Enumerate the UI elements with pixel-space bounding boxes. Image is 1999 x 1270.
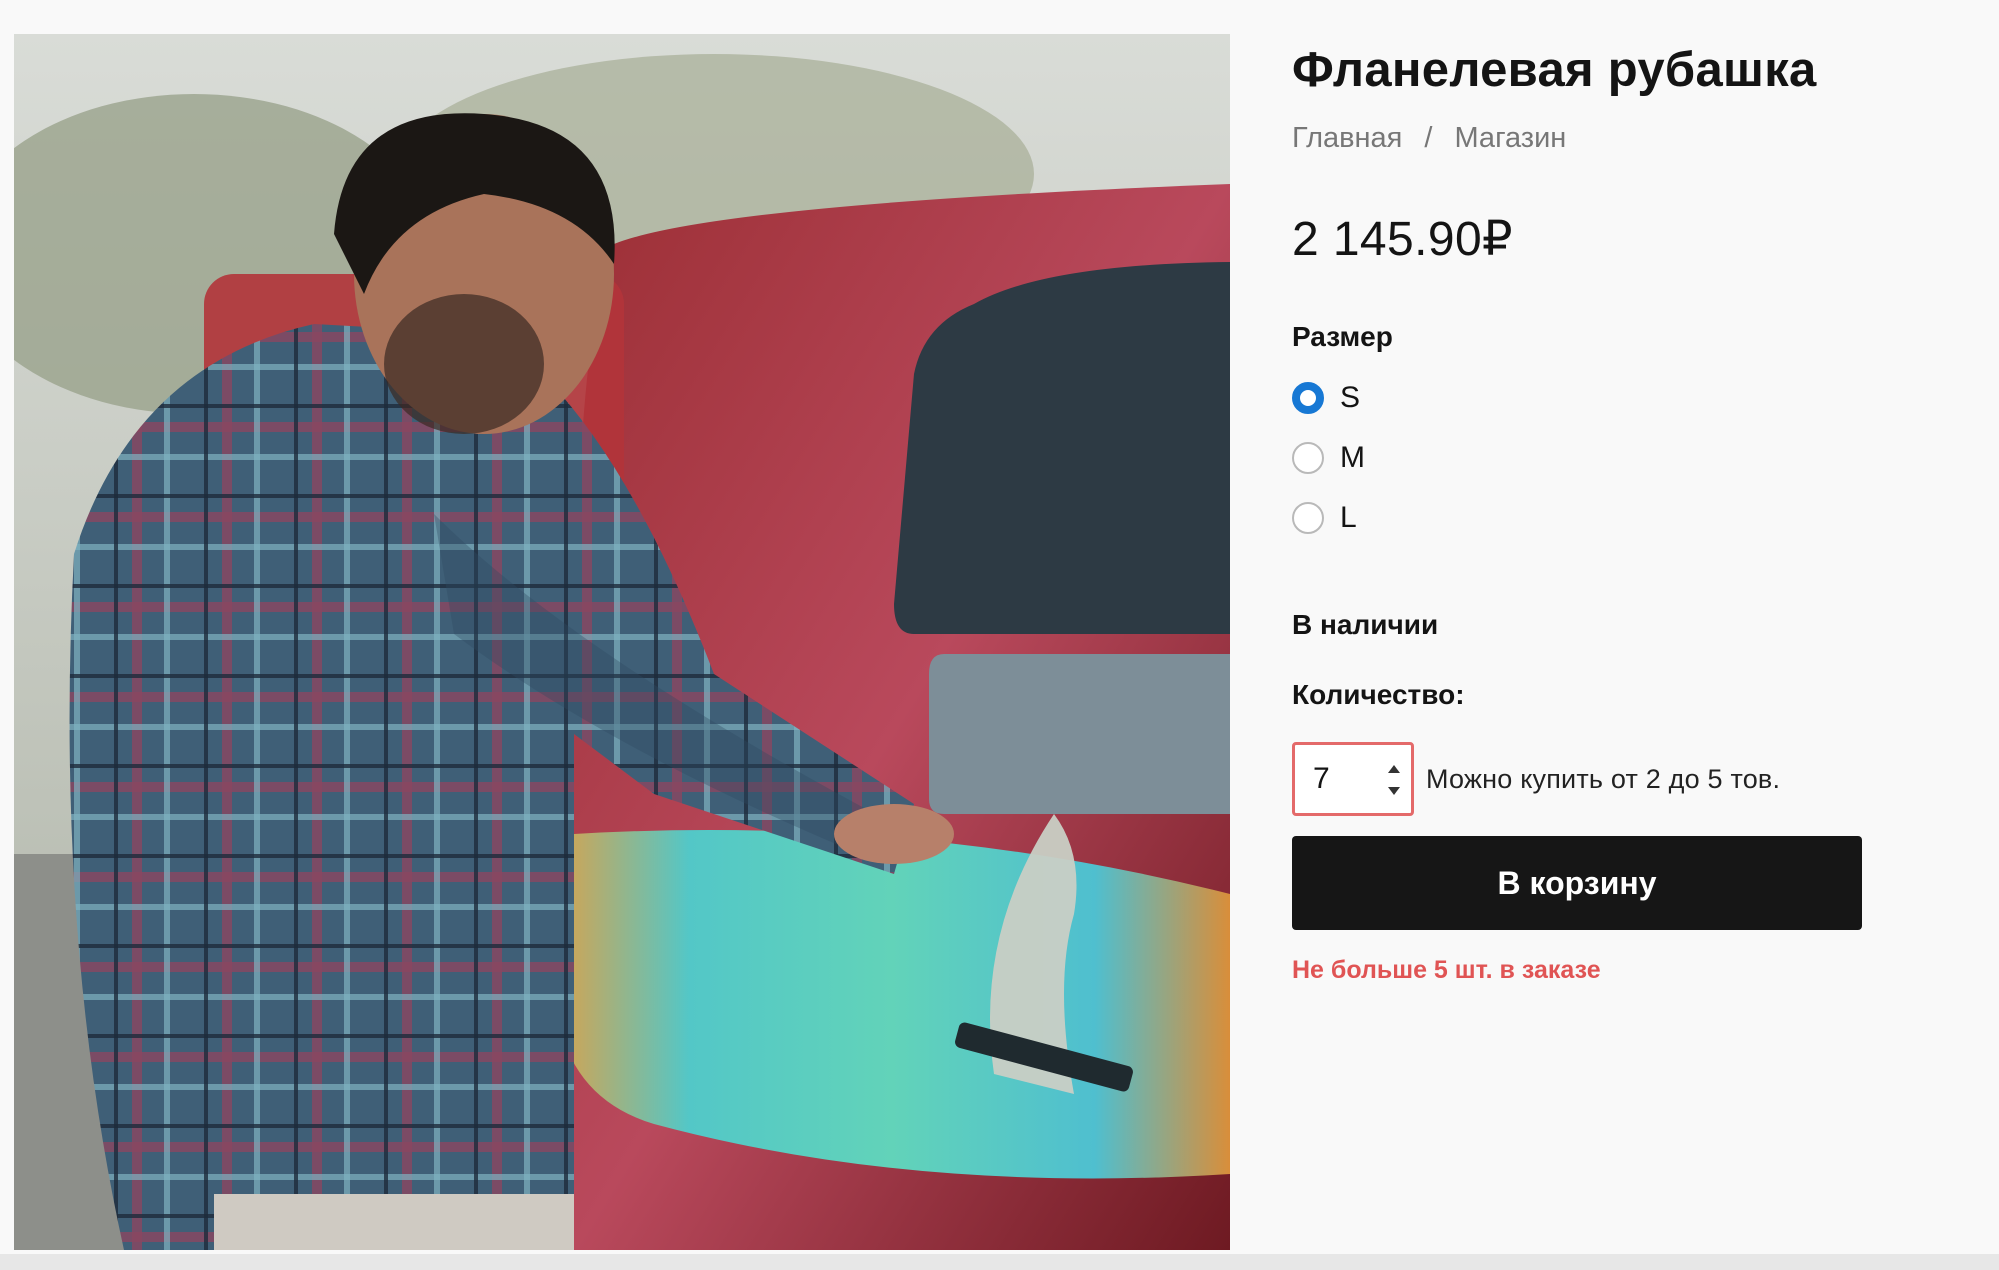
stock-status: В наличии	[1292, 609, 1439, 640]
size-option-l[interactable]: L	[1292, 488, 1932, 548]
size-option-m[interactable]: M	[1292, 428, 1932, 488]
quantity-label: Количество:	[1292, 679, 1465, 710]
breadcrumb-separator: /	[1424, 122, 1433, 154]
page-bottom-edge	[0, 1254, 1999, 1270]
breadcrumb: Главная / Магазин	[1292, 120, 1932, 156]
quantity-row: Можно купить от 2 до 5 тов.	[1292, 742, 1932, 816]
quantity-stepper[interactable]	[1292, 742, 1414, 816]
caret-up-icon[interactable]	[1388, 765, 1400, 773]
stepper-controls	[1387, 765, 1401, 795]
size-radio-l[interactable]	[1292, 502, 1324, 534]
product-photo-illustration	[14, 34, 1230, 1250]
quantity-hint: Можно купить от 2 до 5 тов.	[1426, 763, 1781, 794]
product-info: Фланелевая рубашка Главная / Магазин 2 1…	[1292, 40, 1932, 985]
size-option-label: S	[1340, 381, 1361, 414]
size-option-label: L	[1340, 501, 1357, 534]
size-options: S M L	[1292, 368, 1932, 548]
add-to-cart-button[interactable]: В корзину	[1292, 836, 1862, 930]
size-radio-s[interactable]	[1292, 382, 1324, 414]
breadcrumb-shop-link[interactable]: Магазин	[1454, 120, 1566, 156]
product-price: 2 145.90₽	[1292, 213, 1513, 266]
product-title: Фланелевая рубашка	[1292, 43, 1817, 97]
size-radio-m[interactable]	[1292, 442, 1324, 474]
size-option-s[interactable]: S	[1292, 368, 1932, 428]
size-label: Размер	[1292, 321, 1393, 352]
product-page: Фланелевая рубашка Главная / Магазин 2 1…	[0, 0, 1999, 1270]
product-image[interactable]	[14, 34, 1230, 1250]
size-option-label: M	[1340, 441, 1365, 474]
breadcrumb-home-link[interactable]: Главная	[1292, 120, 1402, 156]
caret-down-icon[interactable]	[1388, 787, 1400, 795]
quantity-error-message: Не больше 5 шт. в заказе	[1292, 956, 1601, 984]
